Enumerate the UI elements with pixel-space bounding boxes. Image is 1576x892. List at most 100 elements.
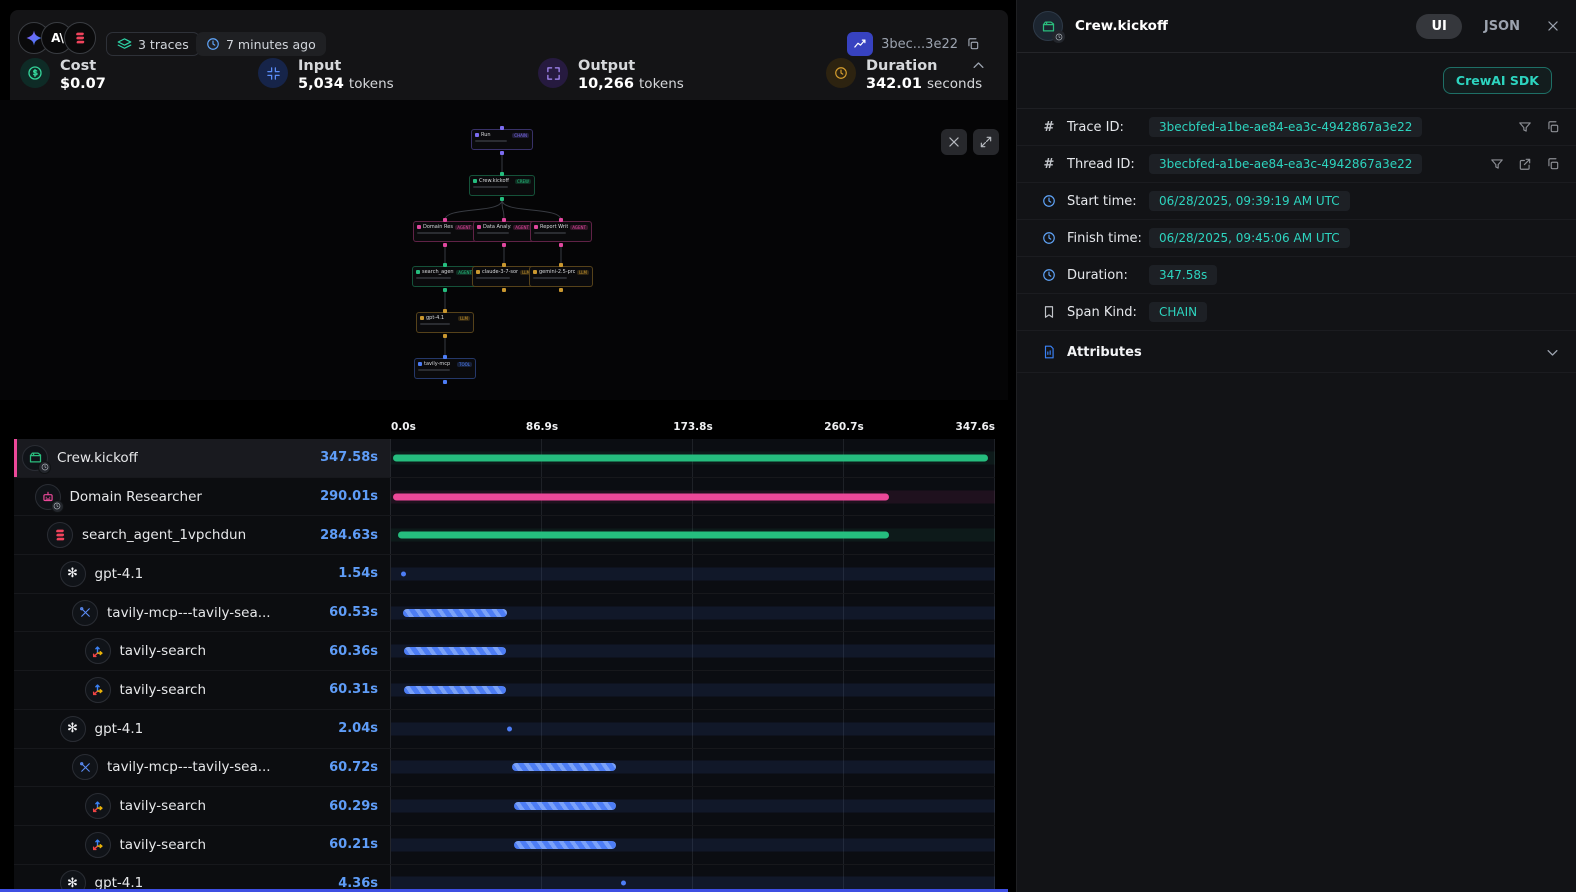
close-icon[interactable] [941,129,967,155]
span-name-cell[interactable]: Domain Researcher 290.01s [14,478,390,516]
span-bar[interactable] [621,881,626,886]
field-value[interactable]: 06/28/2025, 09:45:06 AM UTC [1149,228,1350,248]
graph-node-crew[interactable]: Crew.kickoff crew [469,175,535,196]
node-port-top [443,218,447,222]
span-bar[interactable] [393,454,988,461]
span-bar[interactable] [403,609,507,617]
span-lane[interactable] [390,787,995,825]
span-bar[interactable] [512,763,616,771]
attributes-section-header[interactable]: Attributes [1017,332,1576,373]
span-name-cell[interactable]: tavily-mcp---tavily-sea... 60.72s [14,749,390,787]
field-value[interactable]: 3becbfed-a1be-ae84-ea3c-4942867a3e22 [1149,117,1422,137]
attributes-label: Attributes [1067,345,1545,360]
filter-icon[interactable] [1490,157,1504,171]
span-bar[interactable] [393,493,889,500]
tab-ui[interactable]: UI [1416,14,1461,39]
span-lane[interactable] [390,632,995,670]
field-value[interactable]: 347.58s [1149,265,1217,285]
node-label: search_agent_1vpchdun [422,269,454,275]
span-lane[interactable] [390,516,995,554]
span-row[interactable]: ✻ gpt-4.1 1.54s [14,555,995,594]
dollar-icon [20,58,50,88]
graph-node-sa[interactable]: search_agent_1vpchdun agent [412,266,478,287]
span-name-cell[interactable]: ✻ gpt-4.1 4.36s [14,865,390,889]
span-name-cell[interactable]: ✻ gpt-4.1 1.54s [14,555,390,593]
filter-icon[interactable] [1518,120,1532,134]
graph-node-rw[interactable]: Report Writer agent [530,221,592,242]
axis-tick: 0.0s [391,421,416,433]
span-label: search_agent_1vpchdun [82,527,246,543]
field-value[interactable]: 06/28/2025, 09:39:19 AM UTC [1149,191,1350,211]
span-row[interactable]: Domain Researcher 290.01s [14,478,995,517]
span-bar[interactable] [404,647,507,655]
span-name-cell[interactable]: tavily-search 60.21s [14,826,390,864]
span-row[interactable]: tavily-search 60.36s [14,632,995,671]
hash-icon: # [1041,120,1057,135]
span-row[interactable]: ✻ gpt-4.1 4.36s [14,865,995,889]
close-icon[interactable] [1546,19,1560,33]
chevron-down-icon[interactable] [1545,345,1560,360]
span-name-cell[interactable]: tavily-search 60.29s [14,787,390,825]
graph-node-run[interactable]: Run chain [471,129,533,150]
graph-node-gpt[interactable]: gpt-4.1 llm [416,312,474,333]
span-bar[interactable] [507,726,512,731]
document-icon [1041,345,1057,359]
chevron-up-icon[interactable] [971,58,986,73]
span-name-cell[interactable]: search_agent_1vpchdun 284.63s [14,516,390,554]
span-bar[interactable] [514,841,616,849]
graph-node-da[interactable]: Data Analyst agent [473,221,535,242]
trend-icon[interactable] [847,32,873,56]
span-name-cell[interactable]: tavily-search 60.31s [14,671,390,709]
span-lane[interactable] [390,671,995,709]
graph-node-claude[interactable]: claude-3-7-sonnet llm [472,266,536,287]
span-lane[interactable] [390,478,995,516]
graph-node-tavily[interactable]: tavily-mcp tool [414,358,476,379]
span-lane[interactable] [390,710,995,748]
clock-icon [1041,231,1057,245]
span-lane[interactable] [390,594,995,632]
span-name-cell[interactable]: tavily-mcp---tavily-sea... 60.53s [14,594,390,632]
span-lane[interactable] [390,439,995,477]
span-row[interactable]: tavily-mcp---tavily-sea... 60.53s [14,594,995,633]
span-row[interactable]: tavily-search 60.31s [14,671,995,710]
field-value[interactable]: CHAIN [1149,302,1207,322]
span-name-cell[interactable]: Crew.kickoff 347.58s [14,439,390,477]
span-row[interactable]: Crew.kickoff 347.58s [14,439,995,478]
node-meta [477,232,509,234]
copy-icon[interactable] [1546,157,1560,171]
span-lane[interactable] [390,826,995,864]
detail-field: Finish time: 06/28/2025, 09:45:06 AM UTC [1017,220,1576,257]
tab-json[interactable]: JSON [1484,19,1520,34]
expand-diagonal-icon[interactable] [973,129,999,155]
span-waterfall: Crew.kickoff 347.58s Domain Researcher 2… [14,439,995,889]
external-link-icon[interactable] [1518,157,1532,171]
graph-node-gemini[interactable]: gemini-2.5-pro llm [529,266,593,287]
traces-count-label: 3 traces [138,37,189,52]
span-name-cell[interactable]: tavily-search 60.36s [14,632,390,670]
span-bar[interactable] [398,532,889,539]
span-label: tavily-search [120,643,207,659]
span-row[interactable]: tavily-search 60.29s [14,787,995,826]
crew-icon [1033,11,1063,41]
span-row[interactable]: tavily-search 60.21s [14,826,995,865]
node-type-icon [533,270,537,274]
span-row[interactable]: tavily-mcp---tavily-sea... 60.72s [14,749,995,788]
span-lane[interactable] [390,749,995,787]
span-label: gpt-4.1 [95,721,144,737]
span-label: gpt-4.1 [95,875,144,889]
span-bar[interactable] [401,571,406,576]
span-row[interactable]: search_agent_1vpchdun 284.63s [14,516,995,555]
span-bar[interactable] [404,686,506,694]
graph-node-dr[interactable]: Domain Researcher agent [413,221,477,242]
span-lane[interactable] [390,555,995,593]
span-name-cell[interactable]: ✻ gpt-4.1 2.04s [14,710,390,748]
copy-icon[interactable] [1546,120,1560,134]
red-stack-logo[interactable] [64,22,96,54]
copy-icon[interactable] [966,37,980,51]
span-bar[interactable] [514,802,617,810]
traces-count-badge[interactable]: 3 traces [106,32,200,56]
span-row[interactable]: ✻ gpt-4.1 2.04s [14,710,995,749]
field-value[interactable]: 3becbfed-a1be-ae84-ea3c-4942867a3e22 [1149,154,1422,174]
trace-graph[interactable]: Run chain Crew.kickoff crew Domain Resea… [0,100,1008,400]
span-lane[interactable] [390,865,995,889]
